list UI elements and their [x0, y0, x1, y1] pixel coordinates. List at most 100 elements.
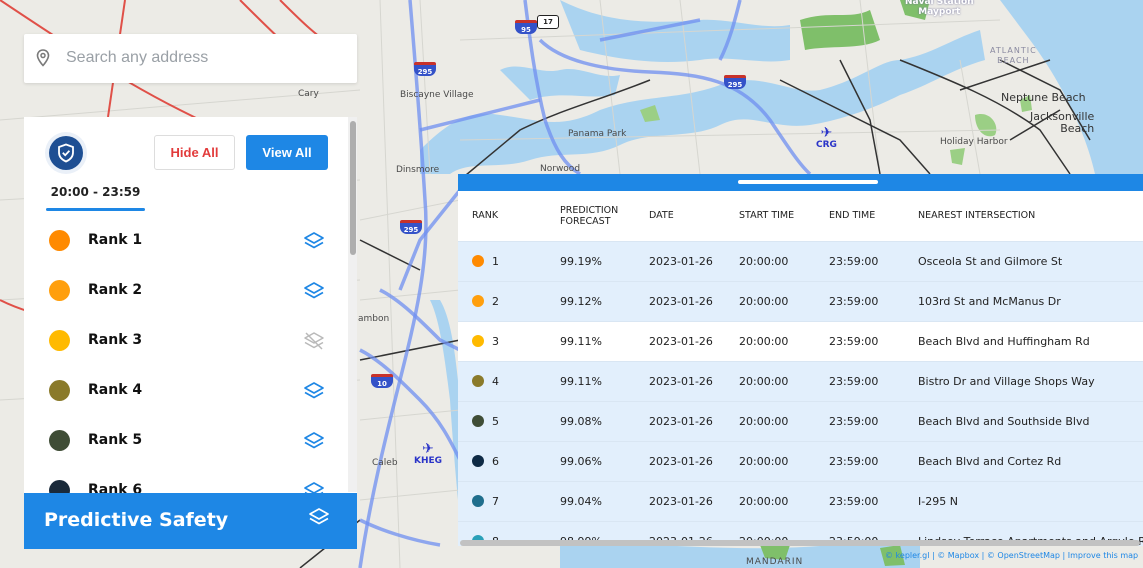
cell-start-time: 20:00:00 — [739, 320, 829, 361]
interstate-295-shield: 295 — [724, 75, 746, 89]
column-header-end-time[interactable]: END TIME — [829, 191, 918, 241]
predictive-safety-header[interactable]: Predictive Safety — [24, 493, 357, 549]
layers-icon[interactable] — [303, 430, 325, 452]
rank-item[interactable]: Rank 4 — [24, 366, 348, 416]
cell-rank-text: 1 — [492, 254, 499, 268]
table-row[interactable]: 1 99.19% 2023-01-26 20:00:00 23:59:00 Osceola… — [458, 240, 1143, 281]
rank-label: Rank 4 — [88, 382, 143, 398]
cell-start-time-text: 20:00:00 — [739, 294, 789, 308]
table-horizontal-scrollbar[interactable] — [460, 540, 1140, 546]
map-label-biscayne-village: Biscayne Village — [400, 90, 474, 100]
table-row[interactable]: 7 99.04% 2023-01-26 20:00:00 23:59:00 I-295 N — [458, 480, 1143, 521]
cell-end-time: 23:59:00 — [829, 400, 918, 441]
cell-rank-text: 5 — [492, 414, 499, 428]
column-header-nearest-intersection[interactable]: NEAREST INTERSECTION — [918, 191, 1143, 241]
cell-nearest-intersection-text: 103rd St and McManus Dr — [918, 294, 1061, 308]
cell-nearest-intersection-text: I-295 N — [918, 494, 958, 508]
prediction-table: RANK PREDICTION FORECAST DATE START TIME… — [458, 191, 1143, 546]
cell-prediction-forecast: 99.11% — [560, 320, 649, 361]
cell-rank: 6 — [458, 440, 560, 481]
panel-scrollbar[interactable] — [348, 117, 357, 492]
address-search-box[interactable] — [24, 34, 357, 83]
hide-all-button[interactable]: Hide All — [154, 135, 235, 170]
cell-start-time-text: 20:00:00 — [739, 454, 789, 468]
search-input[interactable] — [66, 46, 346, 70]
layers-icon[interactable] — [303, 280, 325, 302]
rank-color-dot — [472, 454, 484, 467]
resize-handle[interactable] — [738, 180, 878, 184]
map-label-naval-station: Naval Station Mayport — [905, 0, 974, 17]
map-attribution[interactable]: © kepler.gl | © Mapbox | © OpenStreetMap… — [885, 551, 1138, 560]
rank-color-dot — [49, 280, 70, 301]
rank-layer-panel: Hide All View All 20:00 - 23:59 Rank 1 Ra… — [24, 117, 357, 549]
table-row[interactable]: 3 99.11% 2023-01-26 20:00:00 23:59:00 Beach B… — [458, 320, 1143, 361]
cell-end-time: 23:59:00 — [829, 240, 918, 281]
app-title: Predictive Safety — [44, 509, 229, 531]
rank-item[interactable]: Rank 2 — [24, 266, 348, 316]
cell-nearest-intersection-text: Beach Blvd and Southside Blvd — [918, 414, 1090, 428]
cell-end-time-text: 23:59:00 — [829, 294, 879, 308]
view-all-button[interactable]: View All — [246, 135, 328, 170]
cell-rank: 7 — [458, 480, 560, 521]
cell-end-time: 23:59:00 — [829, 320, 918, 361]
rank-color-dot — [472, 374, 484, 387]
column-header-date[interactable]: DATE — [649, 191, 739, 241]
cell-start-time: 20:00:00 — [739, 240, 829, 281]
column-header-rank[interactable]: RANK — [458, 191, 560, 241]
cell-end-time-text: 23:59:00 — [829, 454, 879, 468]
layers-icon[interactable] — [308, 506, 330, 528]
cell-prediction-forecast: 99.19% — [560, 240, 649, 281]
column-header-prediction-forecast[interactable]: PREDICTION FORECAST — [560, 191, 649, 241]
cell-prediction-forecast-text: 99.19% — [560, 254, 602, 268]
cell-prediction-forecast: 99.08% — [560, 400, 649, 441]
cell-prediction-forecast-text: 99.12% — [560, 294, 602, 308]
layers-icon[interactable] — [303, 380, 325, 402]
cell-date: 2023-01-26 — [649, 360, 739, 401]
column-header-start-time[interactable]: START TIME — [739, 191, 829, 241]
map-pin-icon — [36, 49, 50, 72]
cell-prediction-forecast-text: 99.08% — [560, 414, 602, 428]
rank-color-dot — [472, 334, 484, 347]
cell-start-time-text: 20:00:00 — [739, 414, 789, 428]
rank-label: Rank 2 — [88, 282, 143, 298]
map-label-jambon: ambon — [358, 314, 390, 324]
cell-date-text: 2023-01-26 — [649, 334, 713, 348]
cell-start-time-text: 20:00:00 — [739, 494, 789, 508]
cell-start-time: 20:00:00 — [739, 400, 829, 441]
table-row[interactable]: 2 99.12% 2023-01-26 20:00:00 23:59:00 103rd S… — [458, 280, 1143, 321]
cell-rank: 3 — [458, 320, 560, 361]
cell-prediction-forecast-text: 99.06% — [560, 454, 602, 468]
cell-nearest-intersection-text: Beach Blvd and Cortez Rd — [918, 454, 1062, 468]
cell-end-time-text: 23:59:00 — [829, 334, 879, 348]
map-label-jacksonville-beach: Jacksonville Beach — [1030, 110, 1095, 135]
layers-hidden-icon[interactable] — [303, 330, 325, 352]
cell-prediction-forecast-text: 99.11% — [560, 374, 602, 388]
cell-date: 2023-01-26 — [649, 280, 739, 321]
table-panel-header — [458, 174, 1143, 191]
cell-start-time-text: 20:00:00 — [739, 254, 789, 268]
panel-scrollbar-thumb[interactable] — [350, 121, 356, 255]
cell-rank-text: 6 — [492, 454, 499, 468]
safety-shield-button[interactable] — [45, 132, 87, 174]
table-row[interactable]: 5 99.08% 2023-01-26 20:00:00 23:59:00 Beach B… — [458, 400, 1143, 441]
table-row[interactable]: 6 99.06% 2023-01-26 20:00:00 23:59:00 Beach B… — [458, 440, 1143, 481]
rank-item[interactable]: Rank 3 — [24, 316, 348, 366]
rank-item[interactable]: Rank 1 — [24, 216, 348, 266]
table-row[interactable]: 4 99.11% 2023-01-26 20:00:00 23:59:00 Bistro … — [458, 360, 1143, 401]
cell-prediction-forecast: 99.04% — [560, 480, 649, 521]
layers-icon[interactable] — [303, 230, 325, 252]
rank-color-dot — [49, 380, 70, 401]
interstate-295-shield: 295 — [414, 62, 436, 76]
rank-label: Rank 1 — [88, 232, 143, 248]
cell-rank-text: 7 — [492, 494, 499, 508]
airport-kheg: ✈ KHEG — [414, 442, 442, 466]
time-range-label: 20:00 - 23:59 — [50, 185, 141, 199]
map-label-holiday-harbor: Holiday Harbor — [940, 137, 1008, 147]
us-17-shield: 17 — [537, 15, 559, 29]
interstate-295-shield: 295 — [400, 220, 422, 234]
cell-date: 2023-01-26 — [649, 400, 739, 441]
rank-item[interactable]: Rank 5 — [24, 416, 348, 466]
tab-time-range[interactable]: 20:00 - 23:59 — [46, 185, 145, 211]
cell-prediction-forecast: 99.12% — [560, 280, 649, 321]
airport-crg-label: CRG — [816, 140, 837, 150]
